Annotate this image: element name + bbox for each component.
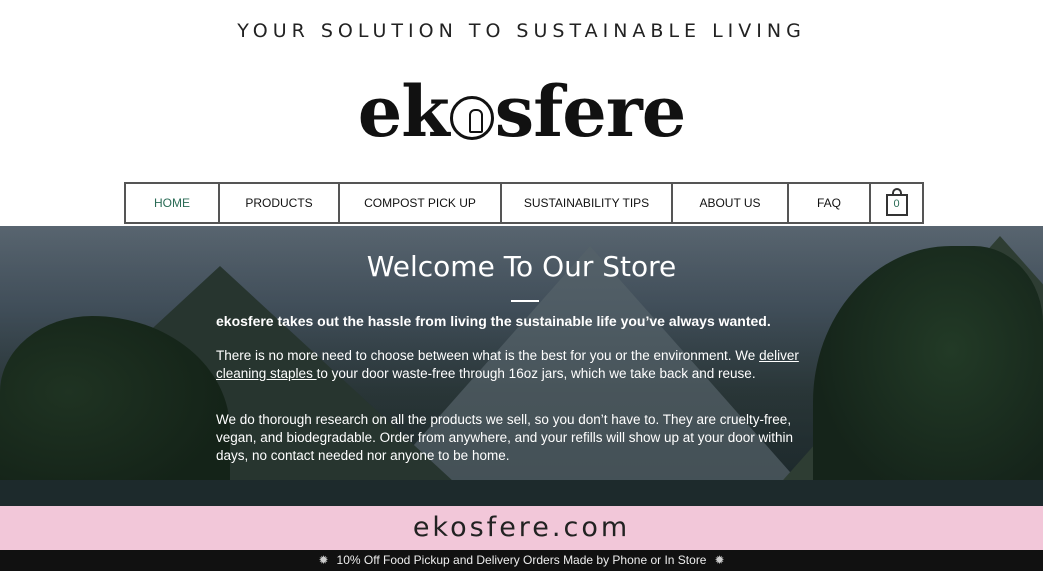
background-lake (0, 480, 1043, 506)
hero-divider (511, 300, 539, 302)
cart-button[interactable]: 0 (871, 184, 922, 222)
burst-icon: ✹ (714, 553, 725, 567)
promo-bar: ✹ 10% Off Food Pickup and Delivery Orders… (0, 550, 1043, 571)
main-nav: HOME PRODUCTS COMPOST PICK UP SUSTAINABI… (124, 182, 924, 224)
domain-banner: ekosfere.com (0, 506, 1043, 550)
logo-suffix: sfere (494, 70, 686, 153)
cart-count: 0 (893, 198, 900, 210)
burst-icon: ✹ (318, 553, 329, 567)
logo[interactable]: ek sfere (0, 70, 1043, 153)
hero-section: Welcome To Our Store ekosfere takes out … (0, 226, 1043, 506)
logo-o-icon (449, 96, 494, 140)
hero-title: Welcome To Our Store (366, 250, 677, 283)
nav-products[interactable]: PRODUCTS (220, 184, 340, 222)
shopping-bag-icon: 0 (885, 188, 908, 216)
nav-compost-pick-up[interactable]: COMPOST PICK UP (340, 184, 502, 222)
nav-about-us[interactable]: ABOUT US (673, 184, 789, 222)
hero-p1-text: There is no more need to choose between … (216, 348, 760, 363)
nav-sustainability-tips[interactable]: SUSTAINABILITY TIPS (502, 184, 673, 222)
hero-paragraph-1: There is no more need to choose between … (216, 347, 816, 383)
hero-p1-text-end: to your door waste-free through 16oz jar… (316, 366, 756, 381)
promo-text: 10% Off Food Pickup and Delivery Orders … (336, 553, 707, 567)
hero-paragraph-2: We do thorough research on all the produ… (216, 412, 794, 463)
logo-prefix: ek (357, 70, 450, 153)
page: YOUR SOLUTION TO SUSTAINABLE LIVING ek sf… (0, 0, 1043, 571)
hero-lead: ekosfere takes out the hassle from livin… (216, 313, 771, 329)
tagline: YOUR SOLUTION TO SUSTAINABLE LIVING (237, 20, 806, 42)
nav-home[interactable]: HOME (126, 184, 220, 222)
nav-faq[interactable]: FAQ (789, 184, 871, 222)
